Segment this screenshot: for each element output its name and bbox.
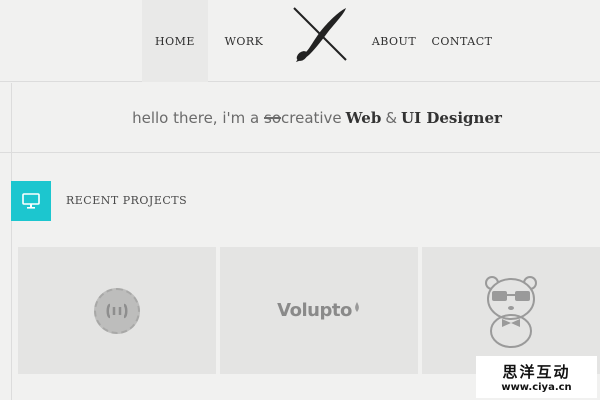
nav-work[interactable]: WORK: [216, 0, 272, 82]
hero-role-web: Web: [345, 108, 382, 127]
project-card[interactable]: Volupto: [220, 247, 418, 374]
watermark: 思洋互动 www.ciya.cn: [476, 356, 597, 398]
section-title: RECENT PROJECTS: [66, 194, 188, 207]
main-nav: HOME WORK ABOUT CONTACT: [0, 0, 600, 82]
bracket-icon: [106, 303, 128, 318]
nav-home[interactable]: HOME: [142, 0, 208, 82]
hero-adjective: creative: [281, 108, 342, 127]
nav-about[interactable]: ABOUT: [368, 0, 420, 82]
watermark-url: www.ciya.cn: [501, 382, 572, 393]
monitor-icon: [22, 193, 40, 209]
nav-contact[interactable]: CONTACT: [430, 0, 494, 82]
panda-logo: [485, 275, 537, 348]
hero-role-ui: UI Designer: [401, 108, 502, 127]
hero-struck-word: so: [264, 108, 281, 127]
hero-amp: &: [385, 108, 398, 127]
hero-tagline: hello there, i'm a so creative Web & UI …: [0, 83, 600, 153]
volupto-logo: Volupto: [277, 300, 352, 321]
badge-logo: [94, 287, 140, 334]
brush-pencil-logo[interactable]: [288, 4, 352, 66]
project-card[interactable]: [422, 247, 600, 374]
hero-intro: hello there, i'm a: [132, 108, 260, 127]
drop-icon: [354, 301, 359, 312]
project-card[interactable]: [18, 247, 216, 374]
watermark-title: 思洋互动: [502, 363, 571, 381]
section-icon-box: [11, 181, 51, 221]
